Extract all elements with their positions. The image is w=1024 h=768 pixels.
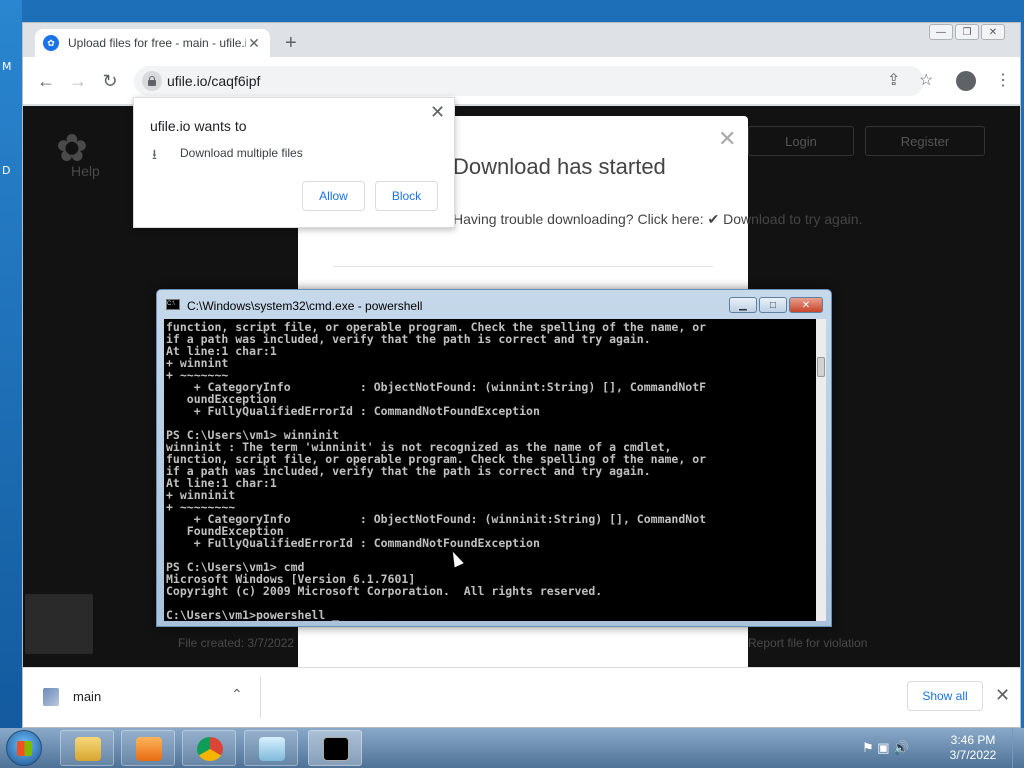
console-text: function, script file, or operable progr…	[166, 320, 707, 621]
window-controls: — ❐ ✕	[927, 24, 1005, 40]
minimize-button[interactable]: —	[929, 24, 953, 40]
desktop-icon-label: D	[2, 164, 11, 177]
divider	[333, 266, 713, 267]
download-shelf: main ⌃ Show all ✕	[23, 667, 1020, 727]
tray-icons[interactable]: ⚑ ▣ 🔊	[862, 740, 909, 756]
windows-logo-icon	[17, 741, 32, 756]
taskbar: ⚑ ▣ 🔊 3:46 PM 3/7/2022	[0, 728, 1024, 768]
close-window-button[interactable]: ✕	[981, 24, 1005, 40]
restore-button[interactable]: ❐	[955, 24, 979, 40]
cmd-window[interactable]: C:\ C:\Windows\system32\cmd.exe - powers…	[156, 289, 832, 627]
download-file-name[interactable]: main	[73, 689, 101, 704]
menu-kebab-icon[interactable]: ⋮	[995, 72, 1011, 90]
console-output[interactable]: function, script file, or operable progr…	[164, 319, 816, 621]
ufile-favicon-icon: ✿	[43, 35, 59, 51]
file-created-text: File created: 3/7/2022	[178, 636, 295, 650]
cmd-minimize-button[interactable]: ▁	[729, 297, 757, 313]
block-button[interactable]: Block	[375, 181, 438, 211]
back-button[interactable]: ←	[35, 70, 57, 92]
url-text[interactable]: ufile.io/caqf6ipf	[167, 73, 260, 89]
recaptcha-badge[interactable]	[25, 594, 93, 654]
allow-button[interactable]: Allow	[302, 181, 365, 211]
notepad-icon	[259, 737, 285, 761]
reload-button[interactable]: ↻	[99, 70, 121, 92]
tab-title: Upload files for free - main - ufile.io	[68, 36, 246, 50]
report-link[interactable]: Report file for violation	[748, 636, 867, 650]
taskbar-chrome[interactable]	[182, 730, 236, 766]
close-tab-icon[interactable]: ✕	[246, 35, 262, 52]
taskbar-media-player[interactable]	[121, 730, 175, 766]
new-tab-button[interactable]: +	[285, 33, 297, 53]
chevron-up-icon[interactable]: ⌃	[231, 686, 243, 703]
login-button[interactable]: Login	[748, 126, 854, 156]
cmd-icon: C:\	[166, 299, 180, 310]
permission-item: Download multiple files	[180, 146, 303, 160]
scroll-thumb[interactable]	[817, 357, 825, 377]
file-icon	[43, 688, 59, 706]
clock-date: 3/7/2022	[949, 748, 997, 762]
download-again-link[interactable]: ✔ Download to try again.	[707, 211, 862, 227]
lock-icon[interactable]	[142, 71, 162, 91]
start-button[interactable]	[6, 730, 42, 766]
modal-subtitle: Having trouble downloading? Click here: …	[453, 211, 862, 228]
bookmark-star-icon[interactable]: ☆	[919, 72, 933, 90]
close-shelf-icon[interactable]: ✕	[995, 685, 1010, 706]
folder-icon	[75, 737, 101, 761]
media-player-icon	[136, 737, 162, 761]
address-bar[interactable]: ufile.io/caqf6ipf	[134, 66, 924, 96]
cmd-scrollbar[interactable]	[816, 319, 826, 621]
tab-bar: ✿ Upload files for free - main - ufile.i…	[23, 23, 1020, 57]
share-icon[interactable]: ⇪	[887, 72, 900, 90]
taskbar-explorer[interactable]	[60, 730, 114, 766]
permission-close-icon[interactable]: ✕	[430, 102, 445, 123]
clock-time: 3:46 PM	[950, 733, 996, 747]
permission-title: ufile.io wants to	[150, 118, 247, 134]
cmd-maximize-button[interactable]: □	[759, 297, 787, 313]
download-icon: ⭳	[152, 146, 157, 162]
taskbar-cmd[interactable]	[308, 730, 362, 766]
chrome-icon	[197, 737, 223, 761]
profile-avatar[interactable]	[956, 71, 976, 91]
register-button[interactable]: Register	[865, 126, 985, 156]
modal-subtitle-text: Having trouble downloading? Click here:	[453, 211, 704, 227]
browser-tab[interactable]: ✿ Upload files for free - main - ufile.i…	[35, 29, 270, 57]
desktop-icon-label: M	[2, 60, 12, 73]
show-all-button[interactable]: Show all	[907, 681, 983, 711]
modal-close-icon[interactable]: ✕	[718, 126, 736, 152]
divider	[260, 676, 261, 718]
taskbar-notepad[interactable]	[244, 730, 298, 766]
cmd-title: C:\Windows\system32\cmd.exe - powershell	[187, 299, 423, 313]
forward-button[interactable]: →	[67, 70, 89, 92]
clock[interactable]: 3:46 PM 3/7/2022	[940, 733, 1006, 763]
desktop-edge: M D	[0, 0, 22, 728]
cmd-icon	[323, 737, 349, 761]
permission-prompt: ufile.io wants to ✕ ⭳ Download multiple …	[133, 97, 455, 228]
cmd-close-button[interactable]: ✕	[789, 297, 823, 313]
help-link[interactable]: Help	[71, 163, 100, 179]
modal-title: Download has started	[453, 154, 666, 179]
show-desktop-button[interactable]	[1012, 728, 1024, 768]
